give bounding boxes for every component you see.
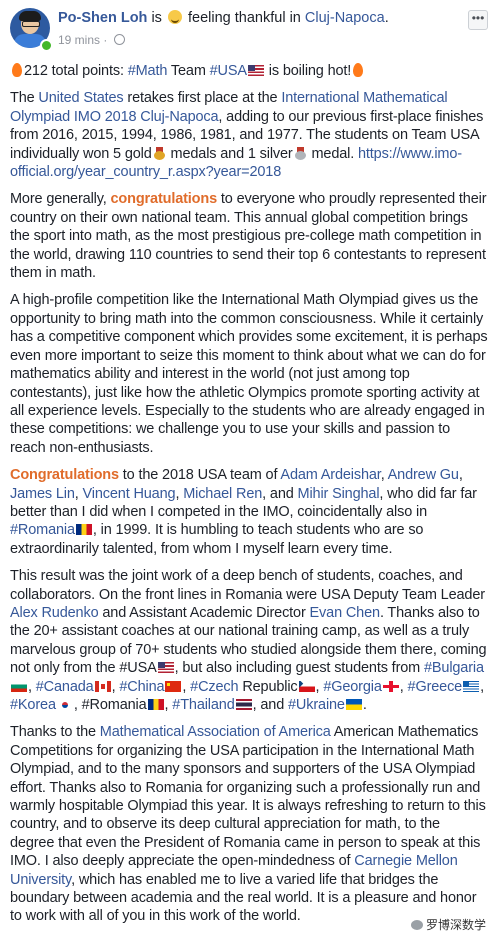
- post-text: ,: [399, 678, 408, 695]
- inline-link[interactable]: Evan Chen: [310, 605, 381, 621]
- fire-icon: [353, 63, 364, 77]
- inline-link[interactable]: Mihir Singhal: [298, 486, 380, 502]
- georgia-flag-icon: [382, 680, 399, 692]
- location-end: .: [384, 10, 389, 26]
- post-options-button[interactable]: •••: [468, 10, 488, 30]
- author-name-link[interactable]: Po-Shen Loh: [58, 10, 147, 26]
- inline-link[interactable]: #Thailand: [172, 697, 234, 713]
- public-globe-icon[interactable]: [113, 34, 125, 45]
- post-paragraph: Thanks to the Mathematical Association o…: [10, 723, 488, 925]
- highlighted-word: congratulations: [110, 191, 218, 208]
- highlighted-word: Congratulations: [10, 467, 119, 484]
- location-link[interactable]: Cluj-Napoca: [305, 10, 385, 26]
- feeling-prefix: is: [151, 10, 162, 26]
- post-text: Team: [167, 63, 210, 79]
- post-text: ,: [182, 678, 191, 695]
- usa-flag-icon: [247, 65, 264, 76]
- post-text: medals and 1 silver: [166, 145, 293, 162]
- smiley-icon: [167, 10, 182, 24]
- post-paragraph: 212 total points: #Math Team #USA is boi…: [10, 62, 488, 80]
- post-meta: 19 mins ·: [58, 33, 125, 47]
- post-text: A high-profile competition like the Inte…: [10, 292, 488, 456]
- inline-link[interactable]: Michael Ren: [183, 486, 262, 502]
- post-text: and Assistant Academic Director: [98, 604, 310, 621]
- post-text: medal.: [307, 145, 358, 162]
- post-text: American Mathematics Competitions for or…: [10, 724, 486, 870]
- post-text: , and: [262, 485, 298, 502]
- thailand-flag-icon: [235, 699, 252, 710]
- canada-flag-icon: [94, 680, 111, 692]
- inline-link[interactable]: Mathematical Association of America: [100, 724, 331, 740]
- post-paragraph: This result was the joint work of a deep…: [10, 567, 488, 714]
- inline-link[interactable]: #Romania: [10, 522, 75, 538]
- watermark-text: 罗博深数学: [425, 918, 486, 932]
- inline-link[interactable]: #Ukraine: [288, 697, 345, 713]
- bulgaria-flag-icon: [11, 680, 27, 692]
- post-text: This result was the joint work of a deep…: [10, 568, 485, 603]
- inline-link[interactable]: #Canada: [36, 679, 94, 695]
- post-text: Republic: [238, 678, 298, 695]
- china-flag-icon: [165, 680, 182, 692]
- inline-link[interactable]: #Bulgaria: [424, 660, 484, 676]
- post-text: , #Romania: [73, 697, 147, 713]
- inline-link[interactable]: Vincent Huang: [83, 486, 176, 502]
- post-text: .: [362, 697, 367, 713]
- inline-link[interactable]: #Czech: [190, 679, 238, 695]
- post-title-line: Po-Shen Loh is feeling thankful in Cluj-…: [58, 10, 389, 26]
- post-text: ,: [458, 467, 463, 484]
- greece-flag-icon: [463, 680, 480, 692]
- inline-link[interactable]: #China: [119, 679, 164, 695]
- inline-link[interactable]: #Greece: [408, 679, 463, 695]
- post-text: is boiling hot!: [264, 63, 352, 79]
- inline-link[interactable]: Alex Rudenko: [10, 605, 99, 621]
- post-paragraph: Congratulations to the 2018 USA team of …: [10, 466, 488, 558]
- post-text: retakes first place at the: [123, 90, 282, 107]
- inline-link[interactable]: James Lin: [10, 486, 75, 502]
- silver-medal-icon: [294, 146, 306, 160]
- post-paragraph: A high-profile competition like the Inte…: [10, 291, 488, 457]
- online-status-icon: [40, 39, 53, 52]
- post-text: The: [10, 90, 39, 107]
- post-body: 212 total points: #Math Team #USA is boi…: [10, 62, 488, 935]
- post-text: , and: [252, 697, 289, 713]
- romania-flag-icon: [75, 524, 92, 536]
- fire-icon: [12, 63, 22, 77]
- gold-medal-icon: [153, 146, 165, 160]
- post-text: More generally,: [10, 191, 111, 208]
- facebook-post: Po-Shen Loh is feeling thankful in Cluj-…: [0, 0, 496, 939]
- wechat-watermark: 罗博深数学: [410, 916, 486, 933]
- inline-link[interactable]: #Math: [128, 63, 168, 79]
- inline-link[interactable]: Andrew Gu: [388, 467, 459, 483]
- post-text: , which has enabled me to live a varied …: [10, 871, 477, 925]
- post-text: to the 2018 USA team of: [118, 467, 281, 484]
- meta-separator: ·: [103, 33, 108, 47]
- post-text: ,: [28, 678, 36, 695]
- inline-link[interactable]: #Korea: [10, 697, 56, 713]
- post-text: , but also including guest students from: [174, 660, 424, 677]
- post-paragraph: The United States retakes first place at…: [10, 89, 488, 181]
- post-text: ,: [380, 467, 388, 484]
- inline-link[interactable]: United States: [38, 90, 123, 106]
- inline-link[interactable]: Adam Ardeishar: [280, 467, 380, 483]
- post-text: Thanks to the: [10, 724, 100, 741]
- post-text: ,: [480, 678, 484, 695]
- post-text: 212 total points:: [24, 63, 128, 79]
- post-paragraph: More generally, congratulations to every…: [10, 190, 488, 282]
- post-header: Po-Shen Loh is feeling thankful in Cluj-…: [10, 8, 488, 52]
- wechat-logo-icon: [410, 920, 423, 930]
- czech-flag-icon: [298, 680, 315, 692]
- inline-link[interactable]: #Georgia: [323, 679, 382, 695]
- post-timestamp[interactable]: 19 mins: [58, 33, 100, 47]
- feeling-text: feeling thankful in: [188, 10, 301, 26]
- post-text: ,: [74, 485, 83, 502]
- romania-flag-icon: [147, 699, 164, 710]
- korea-flag-icon: [56, 699, 73, 710]
- ukraine-flag-icon: [345, 699, 362, 710]
- usa-flag-icon: [157, 662, 174, 674]
- inline-link[interactable]: #USA: [210, 63, 247, 79]
